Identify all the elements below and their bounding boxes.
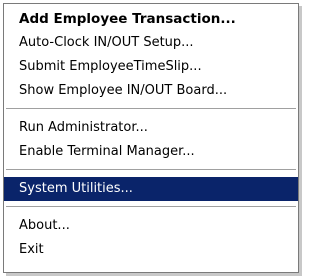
menu-item-auto-clock-setup[interactable]: Auto-Clock IN/OUT Setup... [4,31,298,55]
menu-item-enable-terminal-manager[interactable]: Enable Terminal Manager... [4,140,298,164]
menu-separator [4,201,298,214]
menu-separator [4,164,298,177]
menu-item-add-employee-transaction[interactable]: Add Employee Transaction... [4,7,298,31]
menu-item-submit-timeslip[interactable]: Submit EmployeeTimeSlip... [4,55,298,79]
menu-item-system-utilities[interactable]: System Utilities... [4,177,298,201]
menu-item-about[interactable]: About... [4,214,298,238]
context-menu: Add Employee Transaction... Auto-Clock I… [3,3,299,273]
menu-separator [4,103,298,116]
menu-item-run-administrator[interactable]: Run Administrator... [4,116,298,140]
menu-item-exit[interactable]: Exit [4,238,298,262]
menu-item-show-in-out-board[interactable]: Show Employee IN/OUT Board... [4,79,298,103]
